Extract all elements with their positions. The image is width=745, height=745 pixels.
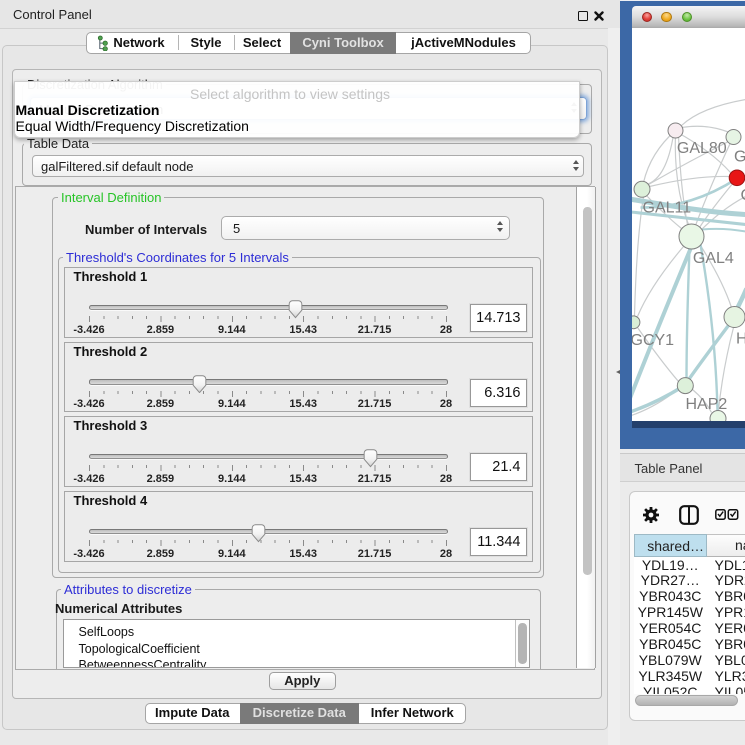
svg-text:GAL4: GAL4: [692, 250, 733, 267]
svg-text:GA: GA: [734, 148, 745, 165]
svg-text:C: C: [740, 187, 745, 204]
svg-text:HAP2: HAP2: [685, 396, 727, 413]
svg-text:H: H: [736, 330, 745, 347]
svg-text:GAL11: GAL11: [642, 199, 691, 216]
svg-text:GAL80: GAL80: [676, 140, 726, 157]
svg-text:GCY1: GCY1: [632, 332, 674, 349]
